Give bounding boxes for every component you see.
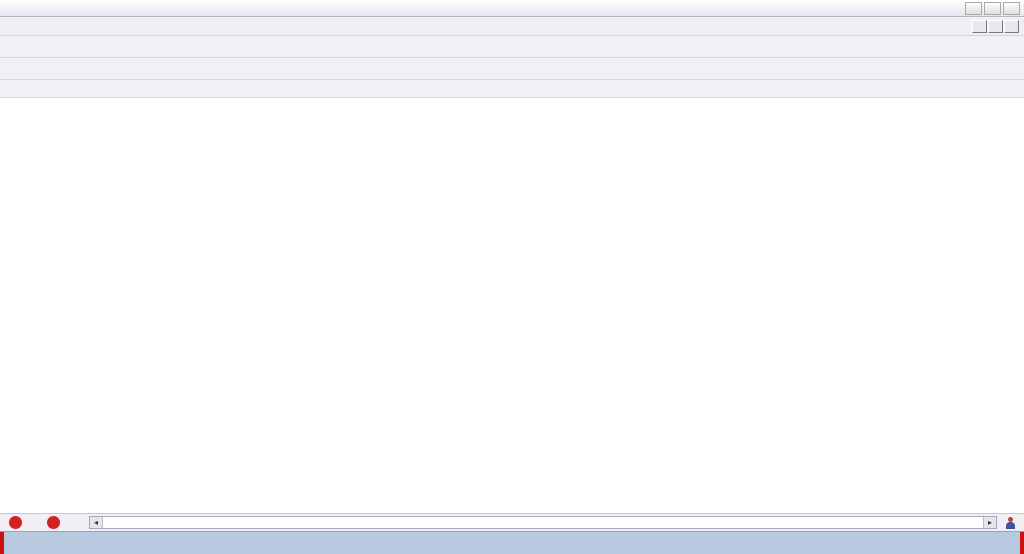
menu-bar [0, 17, 1024, 36]
shenzhen-index-quote[interactable] [65, 517, 80, 529]
scroll-right-icon[interactable]: ▸ [983, 517, 996, 528]
user-icon [1006, 517, 1015, 529]
quote-left-stripe [0, 532, 4, 554]
mdi-minimize-button[interactable] [972, 20, 987, 33]
shenzhen-index-icon [47, 516, 60, 529]
restore-button[interactable] [984, 2, 1001, 15]
icon-toolbar [0, 58, 1024, 80]
quote-right-stripe [1020, 532, 1024, 554]
close-button[interactable] [1003, 2, 1020, 15]
main-chart [0, 98, 1024, 513]
drawing-toolbar [0, 80, 1024, 98]
window-controls [965, 2, 1020, 15]
horizontal-scrollbar[interactable]: ◂ ▸ [89, 516, 997, 529]
shanghai-index-icon [9, 516, 22, 529]
mdi-close-button[interactable] [1004, 20, 1019, 33]
mdi-restore-button[interactable] [988, 20, 1003, 33]
scroll-left-icon[interactable]: ◂ [90, 517, 103, 528]
chart-area [0, 98, 1024, 513]
shanghai-index-quote[interactable] [27, 517, 42, 529]
mdi-window-controls [972, 20, 1022, 33]
title-bar [0, 0, 1024, 17]
gann-quote-bar [0, 531, 1024, 554]
main-toolbar [0, 36, 1024, 58]
minimize-button[interactable] [965, 2, 982, 15]
status-bar: ◂ ▸ [0, 513, 1024, 531]
